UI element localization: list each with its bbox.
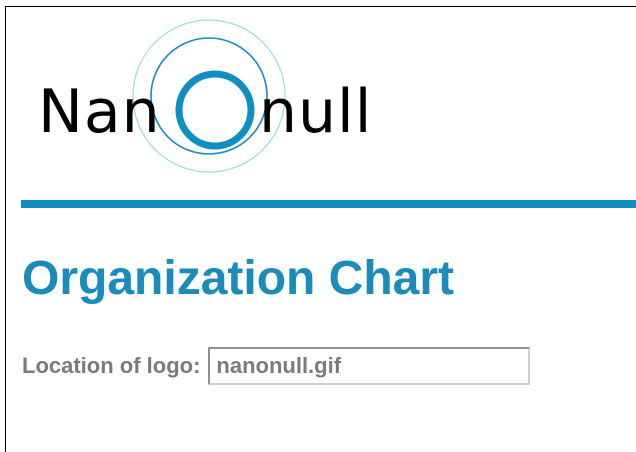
logo-text-right: null [259,77,372,147]
nanonull-logo: Nan null [18,14,378,180]
logo-o-ring [175,70,255,150]
logo-location-row: Location of logo: [22,346,531,386]
logo-text-left: Nan [38,77,161,147]
logo-location-label: Location of logo: [22,353,201,378]
header-divider [21,200,636,208]
logo-graphic: Nan null [38,19,372,173]
page-title: Organization Chart [22,252,455,305]
logo-location-input[interactable] [208,347,531,385]
